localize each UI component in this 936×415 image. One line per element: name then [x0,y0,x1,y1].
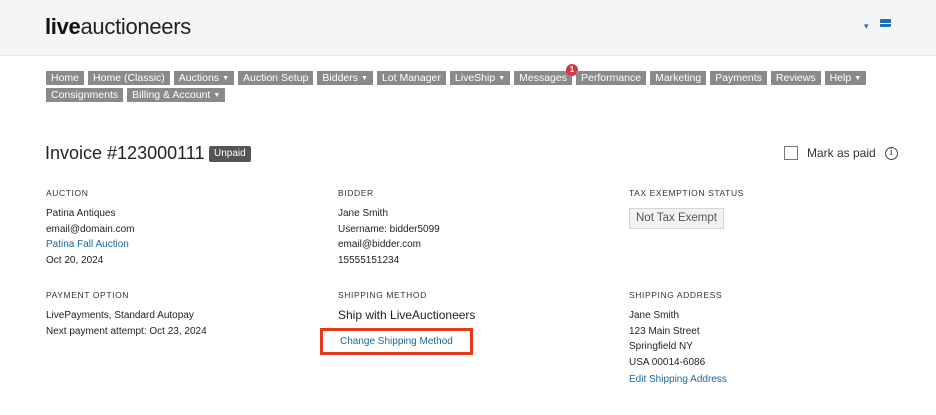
nav-home[interactable]: Home [46,71,85,85]
change-shipping-method-link[interactable]: Change Shipping Method [320,327,473,355]
auction-section: AUCTION Patina Antiques email@domain.com… [46,188,135,268]
top-header: liveauctioneers ▾ [0,0,936,56]
nav-bidders[interactable]: Bidders ▼ [317,71,373,85]
invoice-title: Invoice #123000111 [45,143,205,163]
auction-date: Oct 20, 2024 [46,254,104,266]
account-dropdown-caret-icon[interactable]: ▾ [864,21,869,32]
chevron-down-icon: ▼ [361,75,368,82]
chevron-down-icon: ▼ [213,92,221,99]
nav-label: Bidders [322,72,358,84]
ship-city: Springfield NY [629,341,693,352]
seller-name: Patina Antiques [46,208,116,219]
auction-heading: AUCTION [46,188,89,198]
nav-consignments[interactable]: Consignments [46,88,124,102]
payment-heading: PAYMENT OPTION [46,290,130,300]
shipping-method-heading: SHIPPING METHOD [338,290,427,300]
nav-label: Auctions [178,72,220,84]
status-badge: Unpaid [209,146,251,162]
mail-icon[interactable] [880,19,891,27]
mark-as-paid[interactable]: Mark as paid i [784,146,898,160]
nav-label: Home (Classic) [93,72,165,84]
bidder-username: Username: bidder5099 [338,223,440,235]
brand-logo-light: auctioneers [80,14,192,39]
nav-billing-account[interactable]: Billing & Account ▼ [127,88,226,102]
nav-lot-manager[interactable]: Lot Manager [376,71,446,85]
tax-section: TAX EXEMPTION STATUS Not Tax Exempt [629,188,744,229]
bidder-section: BIDDER Jane Smith Username: bidder5099 e… [338,188,440,268]
nav-liveship[interactable]: LiveShip ▼ [449,71,511,85]
shipping-method-section: SHIPPING METHOD Ship with LiveAuctioneer… [320,290,476,355]
next-payment: Next payment attempt: Oct 23, 2024 [46,325,207,337]
nav-label: Home [51,72,80,84]
auction-link[interactable]: Patina Fall Auction [46,237,135,253]
chevron-down-icon: ▼ [498,75,506,82]
tax-heading: TAX EXEMPTION STATUS [629,188,744,198]
bidder-email: email@bidder.com [338,239,421,250]
nav-label: Reviews [775,72,816,84]
ship-name: Jane Smith [629,310,680,321]
nav-home-classic[interactable]: Home (Classic) [88,71,170,85]
chevron-down-icon: ▼ [854,75,862,82]
nav-help[interactable]: Help ▼ [824,71,867,85]
bidder-phone: 15555151234 [338,254,400,266]
mark-as-paid-label[interactable]: Mark as paid [807,146,876,160]
chevron-down-icon: ▼ [222,75,229,82]
payment-section: PAYMENT OPTION LivePayments, Standard Au… [46,290,207,339]
nav-label: Messages [519,72,567,84]
ship-street: 123 Main Street [629,325,700,337]
shipping-address-section: SHIPPING ADDRESS Jane Smith 123 Main Str… [629,290,727,388]
ship-country-zip: USA 00014-6086 [629,356,706,368]
nav-label: Marketing [655,72,702,84]
payment-method: LivePayments, Standard Autopay [46,310,194,321]
info-icon[interactable]: i [884,146,898,160]
nav-label: Billing & Account [132,89,211,101]
nav-reviews[interactable]: Reviews [770,71,821,85]
shipping-method-value: Ship with LiveAuctioneers [338,308,476,322]
shipping-address-heading: SHIPPING ADDRESS [629,290,723,300]
mark-as-paid-checkbox[interactable] [784,146,798,160]
seller-email: email@domain.com [46,223,135,235]
nav-label: Performance [580,72,642,84]
nav-label: Payments [715,72,762,84]
nav-messages[interactable]: Messages 1 [514,64,578,85]
edit-shipping-address-link[interactable]: Edit Shipping Address [629,372,727,388]
nav-label: Auction Setup [243,72,309,84]
nav-performance[interactable]: Performance [575,71,647,85]
nav-payments[interactable]: Payments [710,71,767,85]
brand-logo-bold: live [45,14,81,39]
brand-logo[interactable]: liveauctioneers [45,14,191,40]
nav-label: Help [829,72,852,84]
nav-label: Lot Manager [381,72,441,84]
tax-status-button[interactable]: Not Tax Exempt [629,208,724,229]
nav-marketing[interactable]: Marketing [650,71,707,85]
main-nav: Home Home (Classic) Auctions ▼ Auction Setup… [46,64,886,105]
nav-label: LiveShip [454,72,496,84]
nav-auctions[interactable]: Auctions ▼ [173,71,234,85]
bidder-heading: BIDDER [338,188,374,198]
bidder-name: Jane Smith [338,208,389,219]
nav-label: Consignments [51,89,119,101]
nav-auction-setup[interactable]: Auction Setup [238,71,314,85]
